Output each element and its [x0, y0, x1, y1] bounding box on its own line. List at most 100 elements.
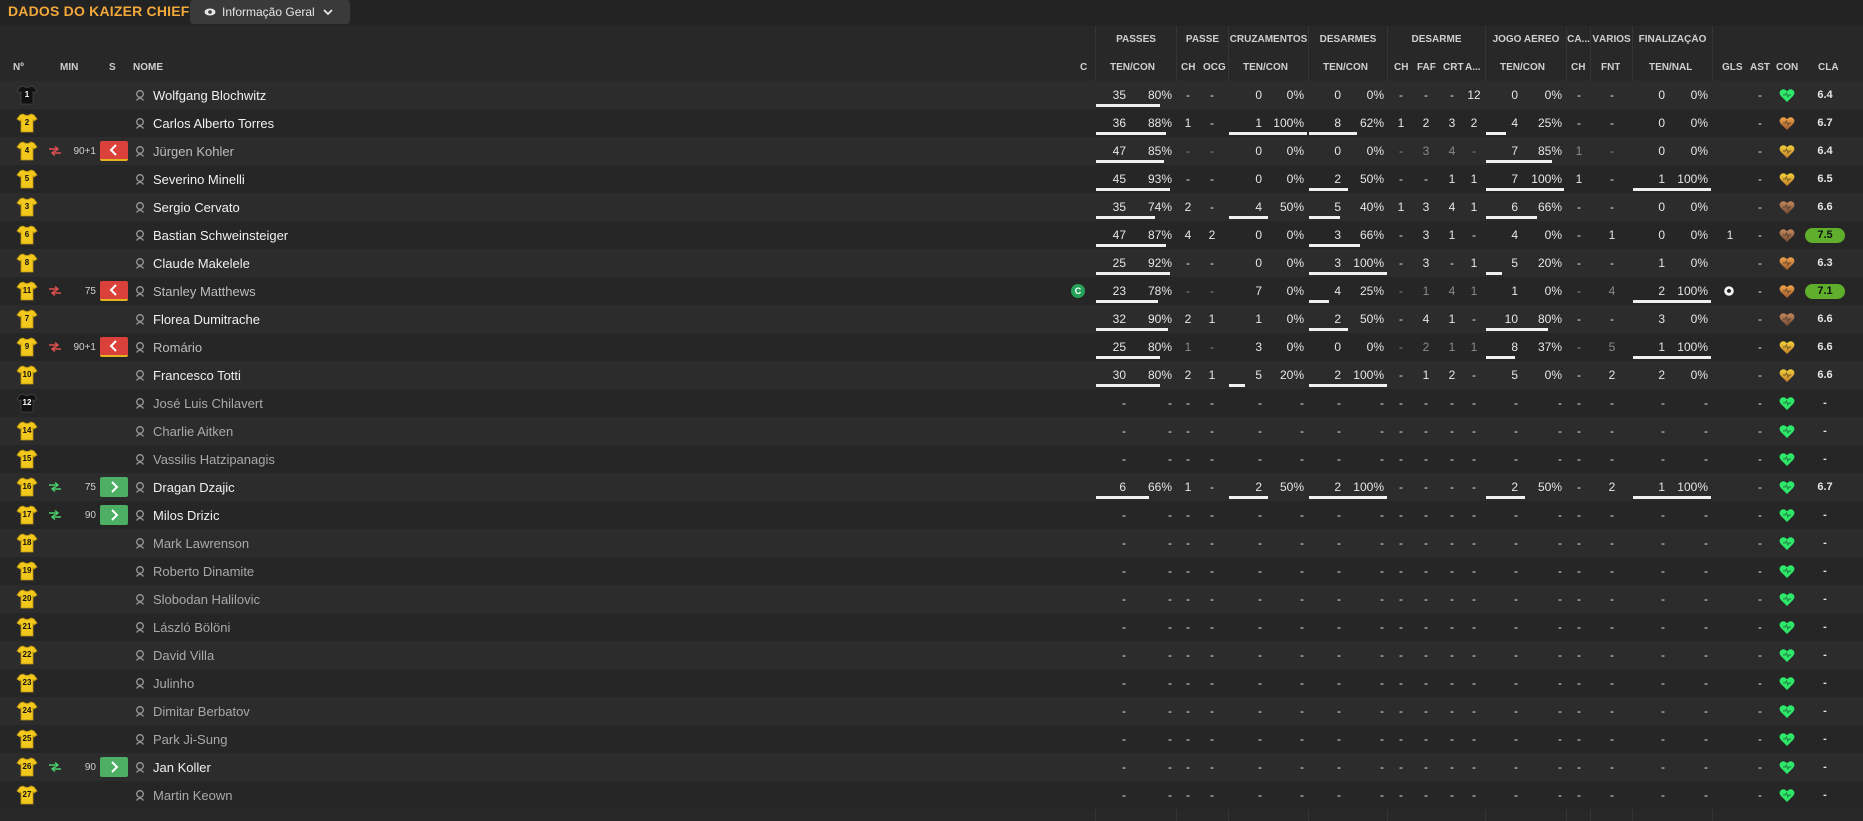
player-name-link[interactable]: Bastian Schweinsteiger — [153, 228, 288, 243]
sub-out-button[interactable] — [100, 281, 128, 301]
table-row[interactable]: 15 Vassilis Hatzipanagis - - - - - - - - - - - - - - - - -… — [0, 445, 1863, 473]
player-name-link[interactable]: Slobodan Halilovic — [153, 592, 260, 607]
player-name-link[interactable]: Charlie Aitken — [153, 424, 233, 439]
table-row[interactable]: 1 Wolfgang Blochwitz 35 80% - -0 0% 0 0% - - -12 0 0%… — [0, 81, 1863, 109]
column-header-num[interactable]: Nº — [13, 62, 24, 74]
table-row[interactable]: 12 José Luis Chilavert - - - - - - - - - - - - - - - - - - -… — [0, 389, 1863, 417]
sub-out-button[interactable] — [100, 337, 128, 357]
player-name-link[interactable]: Florea Dumitrache — [153, 312, 260, 327]
shirt-number: 26 — [22, 762, 32, 771]
table-row[interactable]: 19 Roberto Dinamite - - - - - - - - - - - - - - - - - - - - — [0, 557, 1863, 585]
table-row[interactable]: 26 90 Jan Koller - - - - - - - - - - - - - - - - - - - - — [0, 753, 1863, 781]
rating-badge: 6.4 — [1817, 89, 1833, 101]
column-header-s[interactable]: S — [109, 62, 116, 74]
group-header-desarme: DESARME — [1411, 34, 1462, 45]
stat-aa: 1 — [1511, 284, 1518, 298]
column-header-passe-ocg[interactable]: OCG — [1203, 62, 1226, 74]
stat-bar — [1096, 244, 1166, 247]
stat-pch: - — [1186, 704, 1190, 718]
player-name-link[interactable]: Claude Makelele — [153, 256, 250, 271]
sub-out-button[interactable] — [100, 141, 128, 161]
player-name-link[interactable]: Stanley Matthews — [153, 284, 256, 299]
column-header-desarme-faf[interactable]: FAF — [1417, 62, 1436, 74]
table-row[interactable]: 14 Charlie Aitken - - - - - - - - - - - - - - - - - - - - — [0, 417, 1863, 445]
player-name-link[interactable]: Dragan Dzajic — [153, 480, 235, 495]
stat-pch: - — [1186, 788, 1190, 802]
column-header-nome[interactable]: NOME — [133, 62, 163, 74]
player-name-link[interactable]: Sergio Cervato — [153, 200, 240, 215]
table-row[interactable]: 25 Park Ji-Sung - - - - - - - - - - - - - - - - - - - - — [0, 725, 1863, 753]
stat-da: - — [1337, 676, 1341, 690]
table-row[interactable]: 17 90 Milos Drizic - - - - - - - - - - - - - - - - - - - - — [0, 501, 1863, 529]
column-header-passes[interactable]: TEN/CON — [1110, 62, 1155, 74]
table-row[interactable]: 7 Florea Dumitrache 32 90% 2 1 1 0% 2 50% - 4 1 - 10 80… — [0, 305, 1863, 333]
stat-bar — [1309, 132, 1357, 135]
condition-heart-icon — [1779, 172, 1795, 187]
column-header-c[interactable]: C — [1080, 62, 1087, 74]
column-header-ca-ch[interactable]: CH — [1571, 62, 1585, 74]
player-name-link[interactable]: Carlos Alberto Torres — [153, 116, 274, 131]
player-name-link[interactable]: Park Ji-Sung — [153, 732, 227, 747]
table-row[interactable]: 5 Severino Minelli 45 93% - -0 0% 2 50% - -1 1 7 100%… — [0, 165, 1863, 193]
stat-ca: 0 — [1255, 88, 1262, 102]
player-name-link[interactable]: Roberto Dinamite — [153, 564, 254, 579]
table-row[interactable]: 27 Martin Keown - - - - - - - - - - - - - - - - - - - - — [0, 781, 1863, 809]
player-name-link[interactable]: Jan Koller — [153, 760, 211, 775]
column-header-cruzamentos[interactable]: TEN/CON — [1243, 62, 1288, 74]
table-row[interactable]: 18 Mark Lawrenson - - - - - - - - - - - - - - - - - - - - — [0, 529, 1863, 557]
table-row[interactable]: 24 Dimitar Berbatov - - - - - - - - - - - - - - - - - - - - — [0, 697, 1863, 725]
column-header-finalizacao[interactable]: TEN/NAL — [1649, 62, 1692, 74]
player-name-link[interactable]: Romário — [153, 340, 202, 355]
player-name-link[interactable]: Dimitar Berbatov — [153, 704, 250, 719]
sub-in-button[interactable] — [100, 477, 128, 497]
table-row[interactable]: 2 Carlos Alberto Torres 36 88% 1 - 1 100% 8 62% 1 2… — [0, 109, 1863, 137]
column-header-con[interactable]: CON — [1776, 62, 1798, 74]
column-header-cla[interactable]: CLA — [1818, 62, 1839, 74]
player-name-link[interactable]: Severino Minelli — [153, 172, 245, 187]
stat-ap: 37% — [1537, 340, 1562, 354]
player-name-link[interactable]: Mark Lawrenson — [153, 536, 249, 551]
player-name-link[interactable]: Jürgen Kohler — [153, 144, 234, 159]
column-header-gls[interactable]: GLS — [1722, 62, 1743, 74]
table-row[interactable]: 16 75 Dragan Dzajic 6 66% 1 - 2 50% 2 100% - - - - 2 50%… — [0, 473, 1863, 501]
player-name-link[interactable]: Milos Drizic — [153, 508, 219, 523]
column-header-desarme-crt[interactable]: CRT — [1443, 62, 1464, 74]
table-row[interactable]: 20 Slobodan Halilovic - - - - - - - - - - - - - - - - - - - - — [0, 585, 1863, 613]
player-name-link[interactable]: Martin Keown — [153, 788, 232, 803]
table-row[interactable]: 3 Sergio Cervato 35 74% 2-4 50% 5 40% 1 3 4 1 6 66% - -… — [0, 193, 1863, 221]
column-header-varios-fnt[interactable]: FNT — [1601, 62, 1620, 74]
stat-da: - — [1337, 788, 1341, 802]
column-header-min[interactable]: MIN — [60, 62, 78, 74]
person-icon — [135, 622, 145, 633]
column-header-desarme-ch[interactable]: CH — [1394, 62, 1408, 74]
stat-dA: - — [1472, 676, 1476, 690]
table-row[interactable]: 11 75 Stanley Matthews C 23 78% - -7 0% 4 25% -1 4 1 1… — [0, 277, 1863, 305]
stat-ca: - — [1258, 676, 1262, 690]
column-header-jogo-aereo[interactable]: TEN/CON — [1500, 62, 1545, 74]
table-row[interactable]: 23 Julinho - - - - - - - - - - - - - - - - - - - - — [0, 669, 1863, 697]
sub-in-button[interactable] — [100, 505, 128, 525]
table-row[interactable]: 6 Bastian Schweinsteiger 47 87% 4 2 0 0% 3 66% - 3 1… — [0, 221, 1863, 249]
player-name-link[interactable]: David Villa — [153, 648, 214, 663]
table-row[interactable]: 4 90+1 Jürgen Kohler 47 85% - -0 0% 0 0% -3 4-7 85% 1… — [0, 137, 1863, 165]
player-name-link[interactable]: José Luis Chilavert — [153, 396, 263, 411]
player-name-link[interactable]: László Bölöni — [153, 620, 230, 635]
stat-cach: - — [1577, 256, 1581, 270]
player-name-link[interactable]: Wolfgang Blochwitz — [153, 88, 266, 103]
view-selector-button[interactable]: Informação Geral — [190, 0, 350, 24]
column-header-ast[interactable]: AST — [1750, 62, 1770, 74]
table-row[interactable]: 22 David Villa - - - - - - - - - - - - - - - - - - - - — [0, 641, 1863, 669]
column-header-desarme-a[interactable]: A... — [1465, 62, 1483, 74]
column-header-passe-ch[interactable]: CH — [1181, 62, 1195, 74]
stat-fa: 0 — [1658, 144, 1665, 158]
player-name-link[interactable]: Vassilis Hatzipanagis — [153, 452, 275, 467]
column-header-desarmes[interactable]: TEN/CON — [1323, 62, 1368, 74]
table-row[interactable]: 8 Claude Makelele 25 92% - -0 0% 3 100% -3-1 5 20% -… — [0, 249, 1863, 277]
player-name-link[interactable]: Francesco Totti — [153, 368, 241, 383]
sub-in-button[interactable] — [100, 757, 128, 777]
table-row[interactable]: 10 Francesco Totti 30 80% 2 1 5 20% 2 100% -1 2-5 0%… — [0, 361, 1863, 389]
player-name-link[interactable]: Julinho — [153, 676, 194, 691]
stat-da: - — [1337, 564, 1341, 578]
table-row[interactable]: 21 László Bölöni - - - - - - - - - - - - - - - - - - - - — [0, 613, 1863, 641]
table-row[interactable]: 9 90+1 Romário 25 80% 1-3 0% 0 0% -2 1 1 8 37% -5 1 100%… — [0, 333, 1863, 361]
